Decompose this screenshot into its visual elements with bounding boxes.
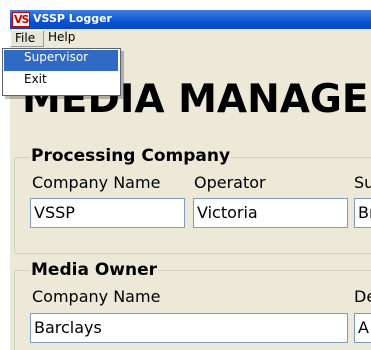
pc-third-field[interactable]: Br: [354, 198, 371, 228]
app-logo-icon: VS: [12, 12, 30, 27]
title-bar[interactable]: VS VSSP Logger: [10, 10, 371, 29]
pc-operator-field[interactable]: Victoria: [193, 198, 348, 228]
menu-item-supervisor[interactable]: Supervisor: [4, 50, 118, 71]
mo-second-label: De: [354, 287, 371, 306]
pc-company-name-field[interactable]: VSSP: [30, 198, 185, 228]
menu-help[interactable]: Help: [48, 30, 75, 47]
app-logo-text: VS: [14, 13, 29, 26]
processing-company-label: Processing Company: [30, 146, 232, 166]
window-title: VSSP Logger: [33, 12, 112, 25]
mo-company-name-label: Company Name: [32, 287, 161, 306]
file-menu-dropdown: Supervisor Exit: [2, 48, 121, 96]
mo-second-field[interactable]: A: [354, 313, 371, 343]
media-owner-label: Media Owner: [30, 260, 159, 280]
pc-third-label: Su: [354, 173, 371, 192]
menu-bar: File Help: [10, 29, 371, 49]
menu-item-exit[interactable]: Exit: [4, 72, 118, 93]
pc-operator-label: Operator: [194, 173, 266, 192]
mo-company-name-field[interactable]: Barclays: [30, 313, 348, 343]
menu-file[interactable]: File: [10, 30, 44, 47]
pc-company-name-label: Company Name: [32, 173, 161, 192]
